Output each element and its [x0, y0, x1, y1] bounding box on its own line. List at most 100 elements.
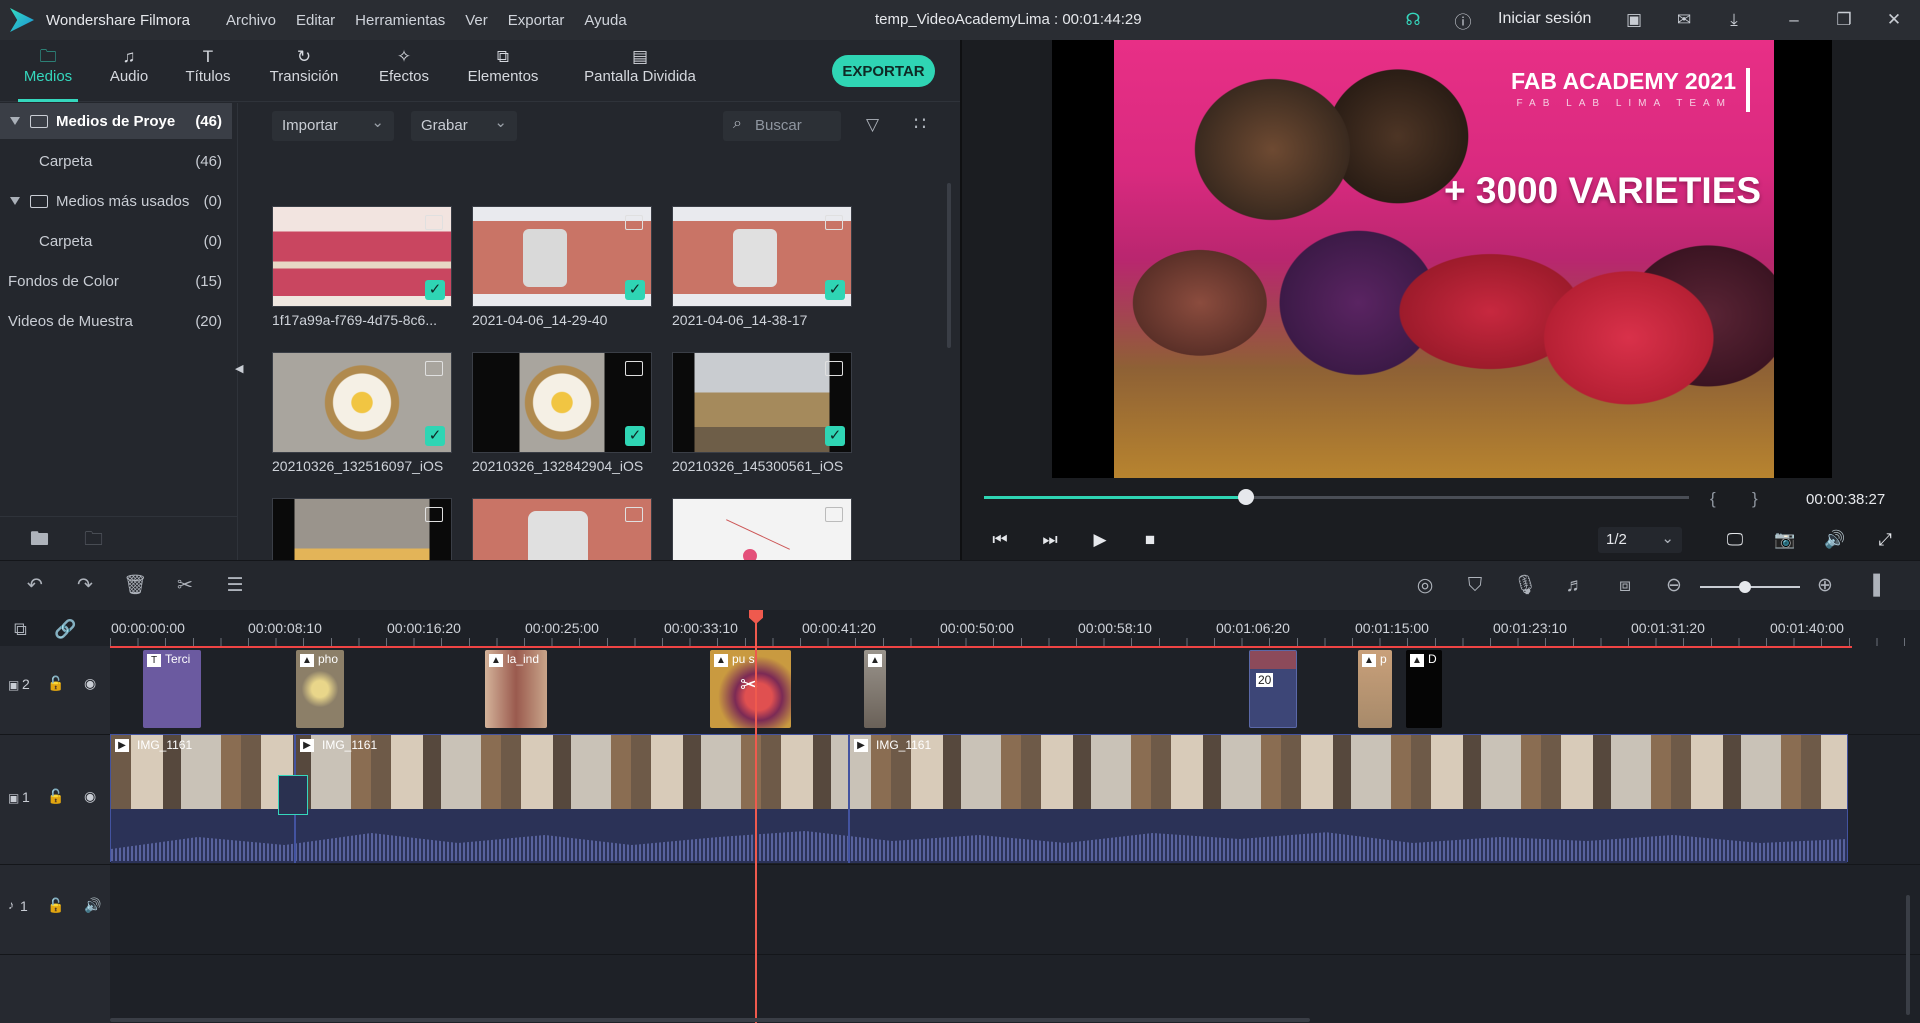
- media-thumbnail[interactable]: ✓: [472, 352, 652, 453]
- download-icon[interactable]: ⤓: [1723, 9, 1745, 31]
- zoom-in-icon[interactable]: ⊕: [1813, 575, 1837, 597]
- library-item-medios-proyecto[interactable]: Medios de Proye (46): [0, 103, 232, 139]
- scissors-icon[interactable]: ✂: [173, 575, 197, 597]
- tab-medios[interactable]: 🗀 Medios: [18, 46, 78, 102]
- play-icon[interactable]: ▶: [1087, 528, 1113, 552]
- tab-efectos[interactable]: ✧ Efectos: [374, 46, 434, 102]
- menu-archivo[interactable]: Archivo: [226, 12, 276, 29]
- media-thumbnail[interactable]: ✓: [672, 352, 852, 453]
- clip-image[interactable]: ▲ p: [1358, 650, 1392, 728]
- clip-header[interactable]: ▶ IMG_1161: [111, 735, 294, 753]
- eye-icon[interactable]: ◉: [84, 675, 96, 692]
- previous-frame-icon[interactable]: ⏮: [987, 528, 1013, 552]
- eye-icon[interactable]: ◉: [84, 788, 96, 805]
- preview-quality-select[interactable]: 1/2 ⌄: [1598, 527, 1682, 553]
- clip-image[interactable]: ▲ la_ind: [485, 650, 547, 728]
- import-dropdown[interactable]: Importar: [272, 111, 394, 141]
- video-track-1[interactable]: ▶ IMG_1161 ▶ IMG_1161 ▶ IMG_1161: [110, 734, 1849, 863]
- crop-icon[interactable]: ⧈: [1613, 575, 1637, 597]
- mark-in-button[interactable]: {: [1710, 489, 1716, 509]
- expand-triangle-icon[interactable]: [10, 117, 20, 125]
- playhead-line[interactable]: [755, 618, 757, 1023]
- add-folder-icon[interactable]: 🖿: [30, 525, 49, 557]
- clip-image[interactable]: ▲: [864, 650, 886, 728]
- clip-title[interactable]: T Terci: [143, 650, 201, 728]
- timeline-ruler[interactable]: 00:00:00:00 00:00:08:10 00:00:16:20 00:0…: [110, 610, 1910, 646]
- media-thumbnail[interactable]: ✓: [272, 498, 452, 560]
- timeline-vertical-scrollbar[interactable]: [1906, 895, 1910, 1015]
- render-icon[interactable]: ◎: [1413, 575, 1437, 597]
- minimize-icon[interactable]: –: [1783, 9, 1805, 31]
- clip-header[interactable]: ▶ IMG_1161: [296, 735, 848, 753]
- clip-header[interactable]: ▶ IMG_1161: [850, 735, 1849, 753]
- tab-audio[interactable]: ♫ Audio: [100, 46, 158, 102]
- tab-titulos[interactable]: T Títulos: [176, 46, 240, 102]
- undo-icon[interactable]: ↶: [23, 575, 47, 597]
- library-item-medios-mas-usados[interactable]: Medios más usados (0): [0, 183, 232, 219]
- zoom-out-icon[interactable]: ⊖: [1662, 575, 1686, 597]
- redo-icon[interactable]: ↷: [73, 575, 97, 597]
- playback-progress-bar[interactable]: [984, 489, 1689, 505]
- progress-knob[interactable]: [1238, 489, 1255, 505]
- lock-icon[interactable]: 🔓: [47, 788, 64, 805]
- search-input[interactable]: ⌕ Buscar: [723, 111, 841, 141]
- adjust-icon[interactable]: ☰: [223, 575, 247, 597]
- library-item-fondos-de-color[interactable]: Fondos de Color (15): [0, 263, 232, 299]
- signin-button[interactable]: Iniciar sesión: [1498, 10, 1591, 28]
- zoom-knob[interactable]: [1739, 581, 1751, 593]
- save-icon[interactable]: ▣: [1623, 9, 1645, 31]
- collapse-panel-icon[interactable]: ◀: [235, 362, 243, 375]
- library-item-carpeta[interactable]: Carpeta (46): [0, 143, 232, 179]
- media-scrollbar[interactable]: [947, 183, 951, 348]
- display-icon[interactable]: 🖵: [1722, 528, 1748, 552]
- filter-icon[interactable]: ▽: [866, 115, 879, 135]
- fullscreen-icon[interactable]: ⤢: [1872, 528, 1898, 552]
- clip-video[interactable]: 20: [1249, 650, 1297, 728]
- add-track-icon[interactable]: ⧉: [14, 619, 27, 640]
- lock-icon[interactable]: 🔓: [47, 675, 64, 692]
- media-thumbnail[interactable]: ✓: [672, 498, 852, 560]
- preview-video[interactable]: FAB ACADEMY 2021 FAB LAB LIMA TEAM + 300…: [1052, 40, 1832, 478]
- library-item-carpeta[interactable]: Carpeta (0): [0, 223, 232, 259]
- menu-ayuda[interactable]: Ayuda: [584, 12, 626, 29]
- menu-herramientas[interactable]: Herramientas: [355, 12, 445, 29]
- clip-image[interactable]: ▲ D: [1406, 650, 1442, 728]
- microphone-icon[interactable]: 🎙: [1513, 575, 1537, 597]
- marker-icon[interactable]: ⛉: [1463, 575, 1487, 597]
- mark-out-button[interactable]: }: [1752, 489, 1758, 509]
- mail-icon[interactable]: ✉: [1673, 9, 1695, 31]
- media-thumbnail[interactable]: ✓: [272, 206, 452, 307]
- speaker-icon[interactable]: 🔊: [84, 897, 101, 914]
- delete-icon[interactable]: 🗑: [123, 575, 147, 597]
- menu-editar[interactable]: Editar: [296, 12, 335, 29]
- grid-view-icon[interactable]: ∷: [914, 113, 926, 136]
- media-thumbnail[interactable]: HÉLICE: [472, 498, 652, 560]
- expand-triangle-icon[interactable]: [10, 197, 20, 205]
- transition-marker[interactable]: [278, 775, 308, 815]
- clip-image[interactable]: ▲ pho: [296, 650, 344, 728]
- media-thumbnail[interactable]: ✓: [672, 206, 852, 307]
- volume-icon[interactable]: 🔊: [1822, 528, 1848, 552]
- info-icon[interactable]: ⓘ: [1452, 9, 1474, 32]
- tab-pantalla-dividida[interactable]: ▤ Pantalla Dividida: [582, 46, 698, 102]
- panel-toggle-icon[interactable]: ▌: [1868, 575, 1892, 597]
- link-icon[interactable]: 🔗: [54, 619, 76, 640]
- library-item-videos-de-muestra[interactable]: Videos de Muestra (20): [0, 303, 232, 339]
- folder-outline-icon[interactable]: 🗀: [84, 525, 103, 557]
- audio-mixer-icon[interactable]: ♬: [1563, 575, 1587, 597]
- next-frame-icon[interactable]: ⏭: [1037, 528, 1063, 552]
- zoom-slider[interactable]: [1700, 581, 1800, 593]
- menu-ver[interactable]: Ver: [465, 12, 488, 29]
- tab-elementos[interactable]: ⧉ Elementos: [466, 46, 540, 102]
- headset-icon[interactable]: ☊: [1402, 9, 1424, 31]
- export-button[interactable]: EXPORTAR: [832, 55, 935, 87]
- stop-icon[interactable]: ■: [1137, 528, 1163, 552]
- record-dropdown[interactable]: Grabar: [411, 111, 517, 141]
- tab-transicion[interactable]: ↻ Transición: [266, 46, 342, 102]
- timeline-horizontal-scrollbar[interactable]: [110, 1018, 1310, 1022]
- snapshot-icon[interactable]: 📷: [1772, 528, 1798, 552]
- media-thumbnail[interactable]: ✓: [472, 206, 652, 307]
- clip-image-selected[interactable]: ▲ pu s ✂: [710, 650, 791, 728]
- media-thumbnail[interactable]: ✓: [272, 352, 452, 453]
- restore-icon[interactable]: ❐: [1833, 9, 1855, 31]
